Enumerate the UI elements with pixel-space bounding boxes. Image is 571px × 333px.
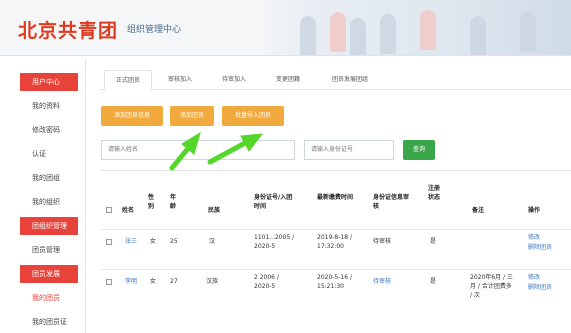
sidebar-item-my-groups[interactable]: 我的团组 <box>20 169 78 187</box>
member-registered: 是 <box>430 238 437 245</box>
row-divider <box>101 229 571 230</box>
column-header: 性别 <box>148 194 155 210</box>
tab-pending-join[interactable]: 待审加入 <box>210 70 258 90</box>
member-pay-time: 2019-8-18 / 17:32:00 <box>317 234 352 250</box>
name-search-input[interactable]: 请输入姓名 <box>101 140 295 160</box>
members-table: 姓名 性别 年龄 民族 身份证号/入团时间 最新缴费时间 身份证信息审核 注册状… <box>101 170 571 333</box>
member-age: 27 <box>170 278 178 285</box>
member-gender: 女 <box>150 278 157 285</box>
member-review-status[interactable]: 待审核 <box>373 277 391 286</box>
sidebar-item-auth[interactable]: 认证 <box>20 145 78 163</box>
tab-member-development[interactable]: 团员发展团组 <box>322 70 378 90</box>
edit-link[interactable]: 修改 <box>528 233 540 242</box>
member-registered: 是 <box>430 278 437 285</box>
delete-member-link[interactable]: 删除团员 <box>528 243 552 252</box>
banner-figure <box>330 12 346 52</box>
member-ethnicity: 汉族 <box>206 278 219 285</box>
sidebar: 用户中心 我的资料 修改密码 认证 我的团组 我的组织 团组织管理 团员管理 团… <box>0 58 86 333</box>
main-content: 正式团员 审核加入 待审加入 变更团籍 团员发展团组 添加团员信息 添加团员 批… <box>92 58 571 333</box>
sidebar-item-my-org[interactable]: 我的组织 <box>20 193 78 211</box>
banner-figure <box>350 18 366 55</box>
sidebar-section-org-management[interactable]: 团组织管理 <box>20 217 78 235</box>
tab-official-members[interactable]: 正式团员 <box>104 70 152 90</box>
search-button[interactable]: 查询 <box>403 140 435 160</box>
edit-link[interactable]: 修改 <box>528 273 540 282</box>
row-checkbox[interactable] <box>106 239 112 245</box>
column-header: 民族 <box>208 207 221 214</box>
column-header: 最新缴费时间 <box>317 194 354 201</box>
column-header: 年龄 <box>170 194 177 210</box>
row-divider <box>101 269 571 270</box>
column-header: 操作 <box>528 207 541 214</box>
sidebar-item-member-management[interactable]: 团员管理 <box>20 241 78 259</box>
header-subtitle: 组织管理中心 <box>127 25 182 35</box>
member-pay-time: 2020-5-16 / 15:21:30 <box>317 274 352 290</box>
sidebar-item-my-members[interactable]: 我的团员 <box>20 289 78 307</box>
member-gender: 女 <box>150 238 157 245</box>
tab-change-membership[interactable]: 变更团籍 <box>264 70 312 90</box>
row-checkbox[interactable] <box>106 279 112 285</box>
page: 北京共青团 组织管理中心 用户中心 我的资料 修改密码 认证 我的团组 我的组织… <box>0 0 571 333</box>
delete-member-link[interactable]: 删除团员 <box>528 283 552 292</box>
batch-import-button[interactable]: 批量导入团员 <box>222 106 284 126</box>
banner-figure <box>380 14 396 54</box>
column-header: 姓名 <box>122 207 135 214</box>
member-name[interactable]: 李明 <box>125 277 137 286</box>
header: 北京共青团 组织管理中心 <box>0 0 571 56</box>
sidebar-section-member-development[interactable]: 团员发展 <box>20 265 78 283</box>
member-review-status: 待审核 <box>373 238 392 245</box>
banner-figure <box>300 16 316 55</box>
member-id-time: 2 2006 / 2020-5 <box>254 274 279 290</box>
column-header: 注册状态 <box>428 185 441 201</box>
sidebar-item-password[interactable]: 修改密码 <box>20 121 78 139</box>
banner-figure <box>520 12 536 52</box>
member-age: 25 <box>170 238 178 245</box>
banner-figure <box>470 16 486 55</box>
tab-bar: 正式团员 审核加入 待审加入 变更团籍 团员发展团组 <box>100 70 571 90</box>
sidebar-section-user-center[interactable]: 用户中心 <box>20 73 78 91</box>
sidebar-item-profile[interactable]: 我的资料 <box>20 97 78 115</box>
brand-logo[interactable]: 北京共青团 <box>18 16 118 43</box>
add-member-info-button[interactable]: 添加团员信息 <box>101 106 163 126</box>
select-all-checkbox[interactable] <box>106 207 112 213</box>
id-search-input[interactable]: 请输入身份证号 <box>304 140 394 160</box>
member-id-time: 1101...2005 / 2020-5 <box>254 234 295 250</box>
member-name[interactable]: 张三 <box>125 237 137 246</box>
tab-review-join[interactable]: 审核加入 <box>156 70 204 90</box>
column-header: 身份证信息审核 <box>373 194 410 210</box>
member-note: 2020年6月 / 三月 / 合计团费多 / 次 <box>470 274 513 299</box>
banner-figure <box>420 10 436 50</box>
column-header: 身份证号/入团时间 <box>254 194 293 210</box>
sidebar-item-member-card[interactable]: 我的团员证 <box>20 313 78 331</box>
column-header: 备注 <box>472 207 485 214</box>
add-member-button[interactable]: 添加团员 <box>170 106 214 126</box>
member-ethnicity: 汉 <box>209 238 216 245</box>
